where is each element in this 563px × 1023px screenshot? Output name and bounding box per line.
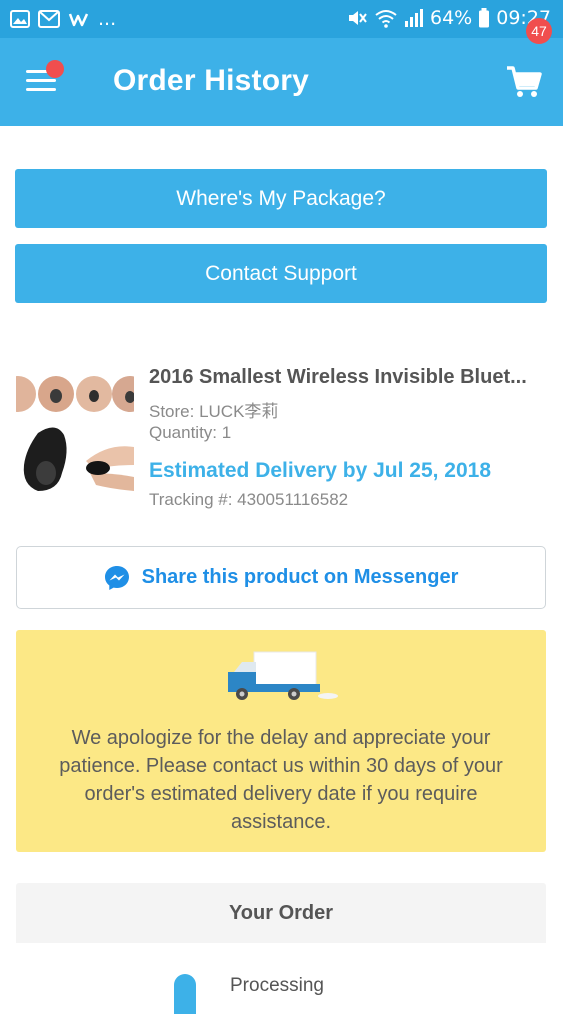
cart-icon xyxy=(507,66,542,97)
signal-icon xyxy=(405,9,423,27)
gallery-icon xyxy=(10,10,30,28)
progress-step-indicator xyxy=(174,974,196,1014)
earbud-image xyxy=(16,373,134,503)
notification-icons: ... xyxy=(10,8,116,30)
product-title[interactable]: 2016 Smallest Wireless Invisible Bluet..… xyxy=(149,366,549,389)
system-icons: 64% 09:27 xyxy=(346,7,551,29)
contact-support-button[interactable]: Contact Support xyxy=(15,244,547,303)
progress-step-label: Processing xyxy=(230,975,324,996)
order-header: Your Order xyxy=(228,902,334,924)
wheres-my-package-button[interactable]: Where's My Package? xyxy=(15,169,547,228)
product-image[interactable] xyxy=(16,373,134,503)
messenger-icon xyxy=(104,565,129,590)
app-bar: Order History xyxy=(0,38,563,126)
page-title: Order History xyxy=(113,64,309,97)
order-status-card: Your Order Processing xyxy=(16,883,546,1023)
tracking-number: Tracking #: 430051116582 xyxy=(149,490,349,509)
order-progress: Processing xyxy=(16,943,546,1023)
notification-dot xyxy=(46,60,64,78)
more-notifications: ... xyxy=(98,8,117,30)
cart-button[interactable] xyxy=(505,62,549,106)
battery-percent: 64% xyxy=(430,7,473,29)
store-name[interactable]: Store: LUCK李莉 xyxy=(149,397,278,422)
wifi-icon xyxy=(375,10,397,28)
share-messenger-button[interactable]: Share this product on Messenger xyxy=(16,546,546,609)
wish-icon xyxy=(68,13,89,27)
menu-icon-line xyxy=(26,88,56,91)
menu-button[interactable] xyxy=(26,60,64,94)
mute-icon xyxy=(349,11,367,25)
quantity: Quantity: 1 xyxy=(149,423,232,442)
cart-count-badge: 47 xyxy=(526,18,552,44)
delay-notice: We apologize for the delay and appreciat… xyxy=(16,630,546,852)
delay-message: We apologize for the delay and appreciat… xyxy=(59,727,503,833)
estimated-delivery: Estimated Delivery by Jul 25, 2018 xyxy=(149,459,492,482)
gmail-icon xyxy=(38,10,60,28)
share-label: Share this product on Messenger xyxy=(141,566,459,588)
menu-icon-line xyxy=(26,79,56,82)
status-bar: ... 64% 09:27 xyxy=(0,0,563,38)
delivery-truck-icon xyxy=(228,651,338,700)
battery-icon xyxy=(479,8,490,28)
